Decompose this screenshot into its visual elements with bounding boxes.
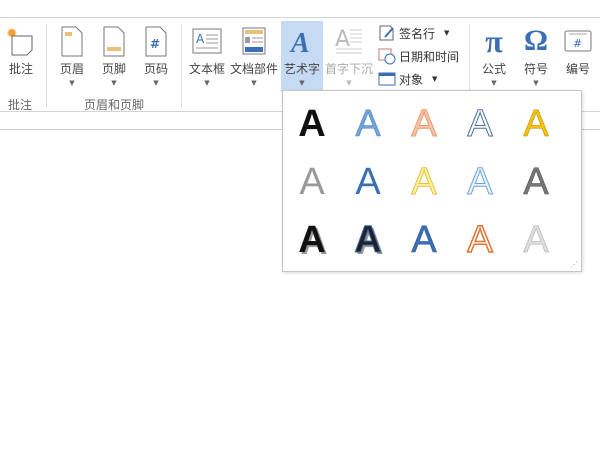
symbol-button[interactable]: Ω 符号 ▼ xyxy=(518,21,554,91)
pi-icon: π xyxy=(485,23,503,59)
symbol-label: 符号 xyxy=(523,62,548,76)
wordart-button[interactable]: A 艺术字 ▼ xyxy=(281,21,323,92)
wordart-style-11[interactable]: A xyxy=(298,219,325,261)
wordart-style-7[interactable]: A xyxy=(355,161,381,203)
object-label: 对象 xyxy=(399,72,424,87)
signature-icon xyxy=(379,25,394,41)
signature-label: 签名行 xyxy=(399,26,436,41)
comment-button[interactable]: ✹ 批注 xyxy=(2,21,40,91)
page-number-button[interactable]: # 页码 ▼ xyxy=(139,21,173,91)
wordart-style-5[interactable]: A xyxy=(523,103,550,146)
wordart-style-13[interactable]: A xyxy=(411,219,438,262)
wordart-grid: A A A A AA A A A AAA AA A A A xyxy=(298,103,550,264)
wordart-style-10[interactable]: A xyxy=(523,161,550,204)
group-label-comment: 批注 xyxy=(8,98,33,112)
object-icon xyxy=(378,72,396,86)
equation-button[interactable]: π 公式 ▼ xyxy=(476,21,512,91)
footer-icon xyxy=(97,24,131,58)
chevron-down-icon: ▼ xyxy=(346,79,352,87)
wordart-style-4[interactable]: A xyxy=(467,103,494,146)
chevron-down-icon: ▼ xyxy=(299,79,305,87)
comment-icon: ✹ xyxy=(4,24,38,58)
chevron-down-icon: ▼ xyxy=(444,29,450,37)
dropcap-button[interactable]: A 首字下沉 ▼ xyxy=(325,21,373,91)
wordart-style-14[interactable]: A xyxy=(467,218,495,262)
object-button[interactable]: 对象 ▼ xyxy=(378,70,437,88)
number-icon: # xyxy=(561,24,595,58)
quick-parts-icon xyxy=(237,24,271,58)
footer-label: 页脚 xyxy=(101,62,126,76)
equation-label: 公式 xyxy=(481,62,506,76)
textbox-icon: A xyxy=(190,24,224,58)
chevron-down-icon: ▼ xyxy=(69,79,75,87)
chevron-down-icon: ▼ xyxy=(251,79,257,87)
group-label-header-footer: 页眉和页脚 xyxy=(84,98,145,112)
dropcap-label: 首字下沉 xyxy=(325,62,374,76)
numbering-button[interactable]: # 编号 xyxy=(560,21,596,91)
wordart-gallery: AAAAAAAAAAAAAAAAA ⋰ xyxy=(282,90,582,272)
wordart-style-9[interactable]: A xyxy=(467,161,494,204)
wordart-style-6[interactable]: A xyxy=(299,161,325,203)
svg-text:#: # xyxy=(573,37,582,50)
numbering-label: 编号 xyxy=(565,62,590,76)
header-button[interactable]: 页眉 ▼ xyxy=(55,21,89,91)
datetime-button[interactable]: 日期和时间 xyxy=(378,47,459,65)
divider xyxy=(181,24,182,108)
quick-parts-button[interactable]: 文档部件 ▼ xyxy=(229,21,279,91)
textbox-label: 文本框 xyxy=(188,62,225,76)
chevron-down-icon: ▼ xyxy=(204,79,210,87)
wordart-style-1[interactable]: A xyxy=(298,103,325,145)
chevron-down-icon: ▼ xyxy=(491,79,497,87)
wordart-style-2[interactable]: A xyxy=(355,103,382,146)
chevron-down-icon: ▼ xyxy=(111,79,117,87)
footer-button[interactable]: 页脚 ▼ xyxy=(97,21,131,91)
signature-line-button[interactable]: 签名行 ▼ xyxy=(378,24,449,42)
page-number-label: 页码 xyxy=(143,62,168,76)
svg-text:A: A xyxy=(196,32,205,46)
quick-parts-label: 文档部件 xyxy=(229,62,278,76)
chevron-down-icon: ▼ xyxy=(533,79,539,87)
omega-icon: Ω xyxy=(523,24,549,57)
datetime-label: 日期和时间 xyxy=(399,49,460,64)
wordart-icon: A xyxy=(285,24,319,59)
wordart-label: 艺术字 xyxy=(283,62,320,76)
wordart-style-3[interactable]: A xyxy=(411,103,438,146)
wordart-style-12[interactable]: A xyxy=(354,219,382,262)
wordart-style-15[interactable]: A xyxy=(523,219,550,262)
comment-label: 批注 xyxy=(8,62,33,76)
svg-text:A: A xyxy=(289,28,310,58)
page-number-icon: # xyxy=(139,24,173,58)
textbox-button[interactable]: A 文本框 ▼ xyxy=(187,21,227,91)
svg-text:#: # xyxy=(150,37,160,51)
resize-grip-icon[interactable]: ⋰ xyxy=(570,260,578,269)
divider xyxy=(46,24,47,108)
chevron-down-icon: ▼ xyxy=(153,79,159,87)
header-label: 页眉 xyxy=(59,62,84,76)
svg-text:A: A xyxy=(335,27,350,52)
dropcap-icon: A xyxy=(332,24,366,58)
header-icon xyxy=(55,24,89,58)
calendar-icon xyxy=(378,48,396,65)
wordart-style-8[interactable]: A xyxy=(411,161,438,204)
chevron-down-icon: ▼ xyxy=(432,75,438,83)
